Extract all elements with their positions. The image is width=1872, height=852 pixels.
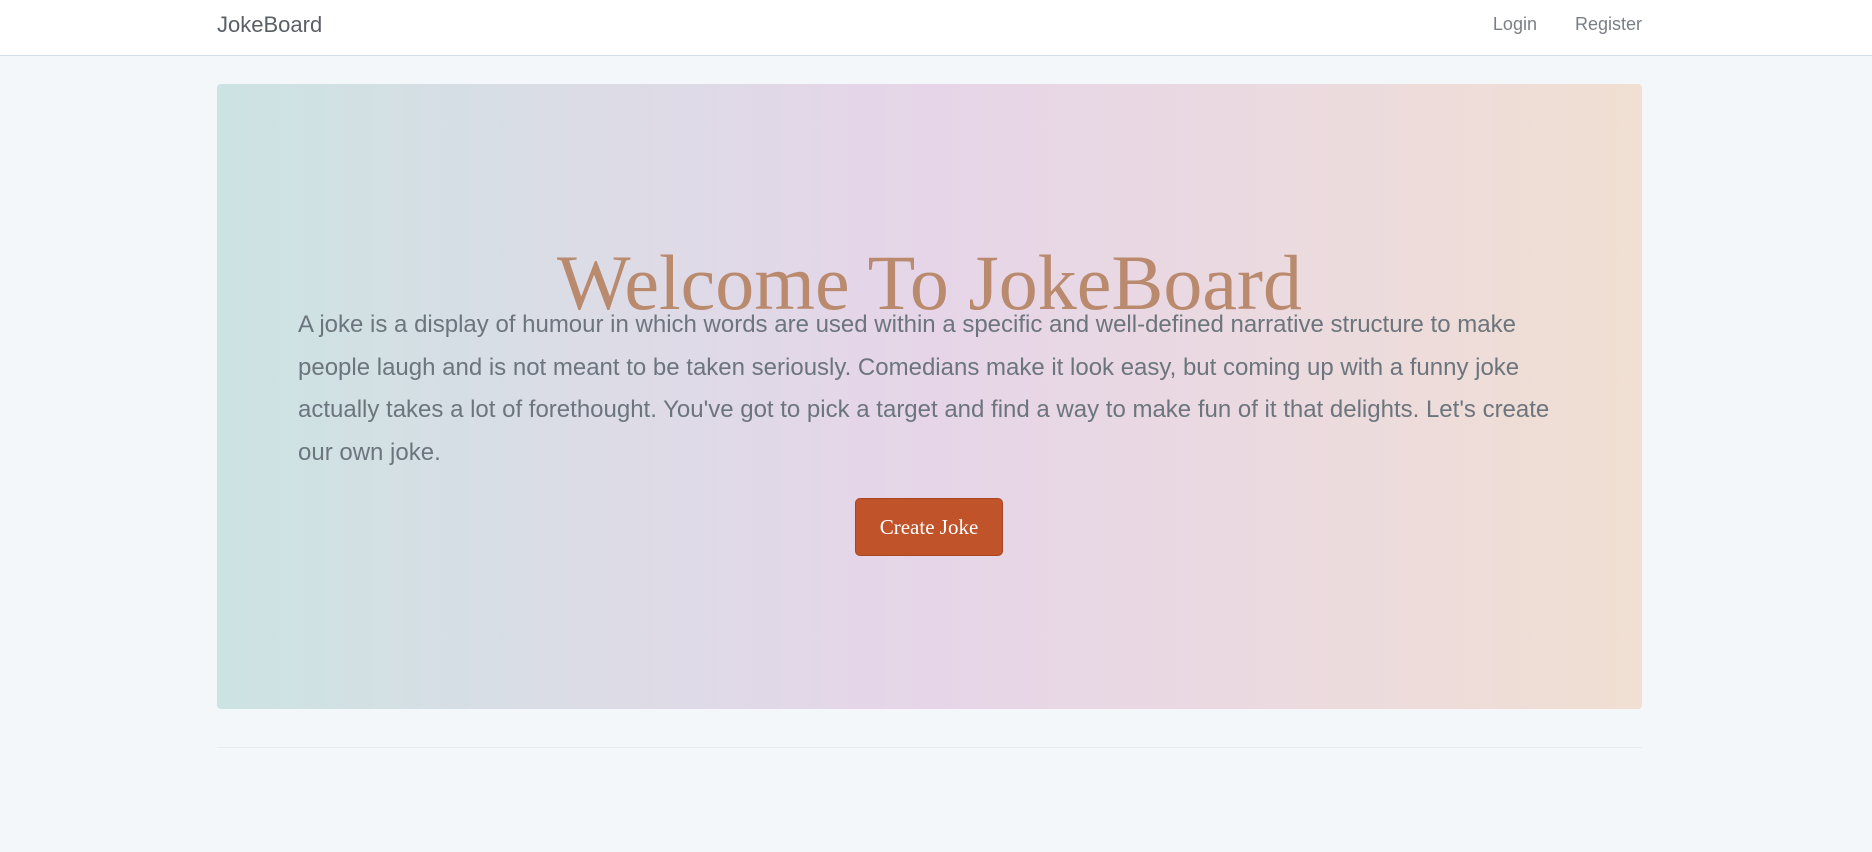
hero-jumbotron: Welcome To JokeBoard A joke is a display…	[217, 84, 1642, 709]
nav-links: Login Register	[1493, 14, 1642, 35]
hero-description: A joke is a display of humour in which w…	[298, 311, 1550, 466]
register-link[interactable]: Register	[1575, 14, 1642, 35]
footer-divider	[217, 747, 1642, 748]
create-joke-button[interactable]: Create Joke	[855, 498, 1003, 556]
brand-link[interactable]: JokeBoard	[217, 12, 322, 38]
navbar: JokeBoard Login Register	[0, 0, 1872, 56]
login-link[interactable]: Login	[1493, 14, 1537, 35]
